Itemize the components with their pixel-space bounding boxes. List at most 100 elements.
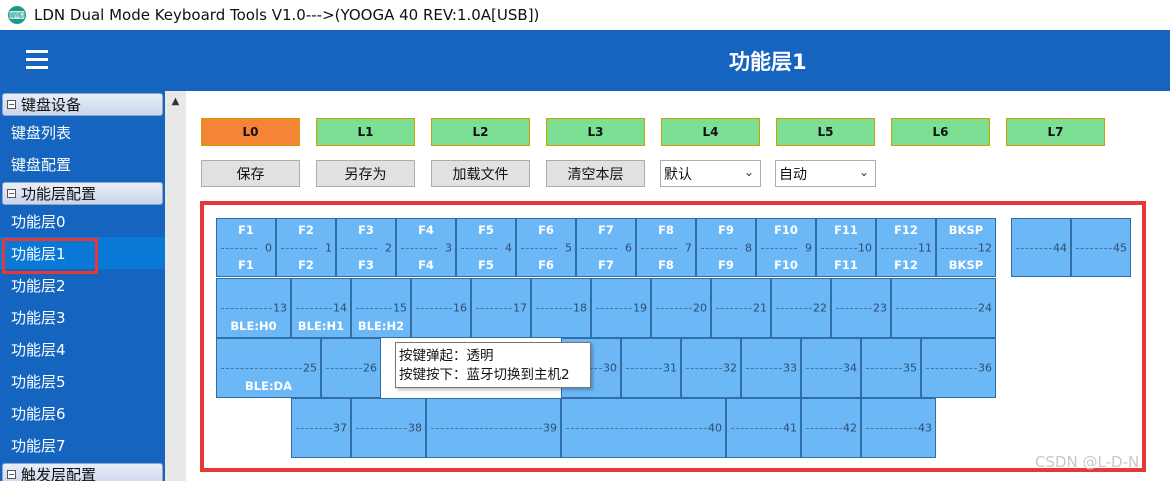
- key-12[interactable]: BKSP 12 BKSP: [936, 218, 996, 277]
- layer-button-l1[interactable]: L1: [316, 118, 415, 146]
- layer-button-l3[interactable]: L3: [546, 118, 645, 146]
- key-22[interactable]: 22: [771, 278, 831, 338]
- menu-icon[interactable]: [26, 50, 48, 69]
- key-36[interactable]: 36: [921, 338, 996, 398]
- key-31[interactable]: 31: [621, 338, 681, 398]
- sidebar-item-layer5[interactable]: 功能层5: [0, 365, 165, 397]
- key-15[interactable]: 15 BLE:H2: [351, 278, 411, 338]
- sidebar-scrollbar[interactable]: ▲: [165, 91, 186, 481]
- key-divider: [866, 368, 902, 369]
- sidebar-item-layer0[interactable]: 功能层0: [0, 205, 165, 237]
- collapse-icon[interactable]: −: [7, 470, 16, 479]
- key-index: 16: [452, 301, 467, 315]
- key-43[interactable]: 43: [861, 398, 936, 458]
- key-32[interactable]: 32: [681, 338, 741, 398]
- key-40[interactable]: 40: [561, 398, 726, 458]
- load-file-button[interactable]: 加载文件: [431, 160, 530, 187]
- key-23[interactable]: 23: [831, 278, 891, 338]
- key-2[interactable]: F3 2 F3: [336, 218, 396, 277]
- key-divider: [461, 247, 497, 249]
- key-0[interactable]: F1 0 F1: [216, 218, 276, 277]
- key-bottom-label: BLE:H2: [357, 319, 405, 333]
- key-25[interactable]: 25 BLE:DA: [216, 338, 321, 398]
- mode-select-1[interactable]: 默认 ⌄: [660, 160, 761, 187]
- layer-button-l2[interactable]: L2: [431, 118, 530, 146]
- layer-button-l5[interactable]: L5: [776, 118, 875, 146]
- key-index: 8: [744, 241, 752, 254]
- tooltip-line: 按键弹起：透明: [399, 348, 494, 364]
- key-14[interactable]: 14 BLE:H1: [291, 278, 351, 338]
- mode-select-2[interactable]: 自动 ⌄: [775, 160, 876, 187]
- key-19[interactable]: 19: [591, 278, 651, 338]
- key-index: 23: [872, 301, 887, 315]
- key-index: 41: [782, 421, 797, 435]
- key-index: 0: [264, 241, 272, 254]
- key-bottom-label: F12: [894, 258, 918, 272]
- key-index: 22: [812, 301, 827, 315]
- key-divider: [881, 247, 917, 249]
- key-26[interactable]: 26: [321, 338, 381, 398]
- key-bottom-label: F3: [358, 258, 374, 272]
- group-layer-config[interactable]: − 功能层配置: [2, 182, 163, 205]
- key-1[interactable]: F2 1 F2: [276, 218, 336, 277]
- key-divider: [536, 308, 572, 309]
- key-top-label: F11: [834, 223, 858, 237]
- key-6[interactable]: F7 6 F7: [576, 218, 636, 277]
- key-17[interactable]: 17: [471, 278, 531, 338]
- collapse-icon[interactable]: −: [7, 100, 16, 109]
- group-keyboard-devices[interactable]: − 键盘设备: [2, 93, 163, 116]
- key-39[interactable]: 39: [426, 398, 561, 458]
- save-button[interactable]: 保存: [201, 160, 300, 187]
- sidebar-item-layer6[interactable]: 功能层6: [0, 397, 165, 429]
- key-44[interactable]: 44: [1011, 218, 1071, 277]
- key-divider: [401, 247, 437, 249]
- key-divider: [221, 308, 272, 309]
- scroll-up-icon[interactable]: ▲: [165, 93, 186, 111]
- key-33[interactable]: 33: [741, 338, 801, 398]
- key-8[interactable]: F9 8 F9: [696, 218, 756, 277]
- key-16[interactable]: 16: [411, 278, 471, 338]
- sidebar-item-layer3[interactable]: 功能层3: [0, 301, 165, 333]
- key-18[interactable]: 18: [531, 278, 591, 338]
- key-index: 4: [504, 241, 512, 254]
- group-trigger-config[interactable]: − 触发层配置: [2, 463, 163, 481]
- key-34[interactable]: 34: [801, 338, 861, 398]
- sidebar-item-layer4[interactable]: 功能层4: [0, 333, 165, 365]
- tooltip-line: 按键按下：蓝牙切换到主机2: [399, 367, 570, 383]
- layer-button-l7[interactable]: L7: [1006, 118, 1105, 146]
- layer-button-l0[interactable]: L0: [201, 118, 300, 146]
- sidebar-item-keyboard-list[interactable]: 键盘列表: [0, 116, 165, 148]
- layer-button-l4[interactable]: L4: [661, 118, 760, 146]
- key-4[interactable]: F5 4 F5: [456, 218, 516, 277]
- key-21[interactable]: 21: [711, 278, 771, 338]
- clear-layer-button[interactable]: 清空本层: [546, 160, 645, 187]
- title-bar: ⌨ LDN Dual Mode Keyboard Tools V1.0--->(…: [0, 0, 1170, 30]
- key-index: 1: [324, 241, 332, 254]
- key-24[interactable]: 24: [891, 278, 996, 338]
- key-35[interactable]: 35: [861, 338, 921, 398]
- key-divider: [701, 247, 737, 249]
- key-top-label: F9: [718, 223, 734, 237]
- layer-button-l6[interactable]: L6: [891, 118, 990, 146]
- key-7[interactable]: F8 7 F8: [636, 218, 696, 277]
- key-5[interactable]: F6 5 F6: [516, 218, 576, 277]
- key-3[interactable]: F4 3 F4: [396, 218, 456, 277]
- key-index: 32: [722, 361, 737, 375]
- collapse-icon[interactable]: −: [7, 189, 16, 198]
- key-9[interactable]: F10 9 F10: [756, 218, 816, 277]
- key-45[interactable]: 45: [1071, 218, 1131, 277]
- sidebar-item-keyboard-config[interactable]: 键盘配置: [0, 148, 165, 180]
- key-index: 26: [362, 361, 377, 375]
- key-top-label: F7: [598, 223, 614, 237]
- key-20[interactable]: 20: [651, 278, 711, 338]
- key-11[interactable]: F12 11 F12: [876, 218, 936, 277]
- key-10[interactable]: F11 10 F11: [816, 218, 876, 277]
- key-38[interactable]: 38: [351, 398, 426, 458]
- sidebar-item-layer7[interactable]: 功能层7: [0, 429, 165, 461]
- key-41[interactable]: 41: [726, 398, 801, 458]
- save-as-button[interactable]: 另存为: [316, 160, 415, 187]
- key-13[interactable]: 13 BLE:H0: [216, 278, 291, 338]
- key-37[interactable]: 37: [291, 398, 351, 458]
- key-divider: [836, 308, 872, 309]
- key-42[interactable]: 42: [801, 398, 861, 458]
